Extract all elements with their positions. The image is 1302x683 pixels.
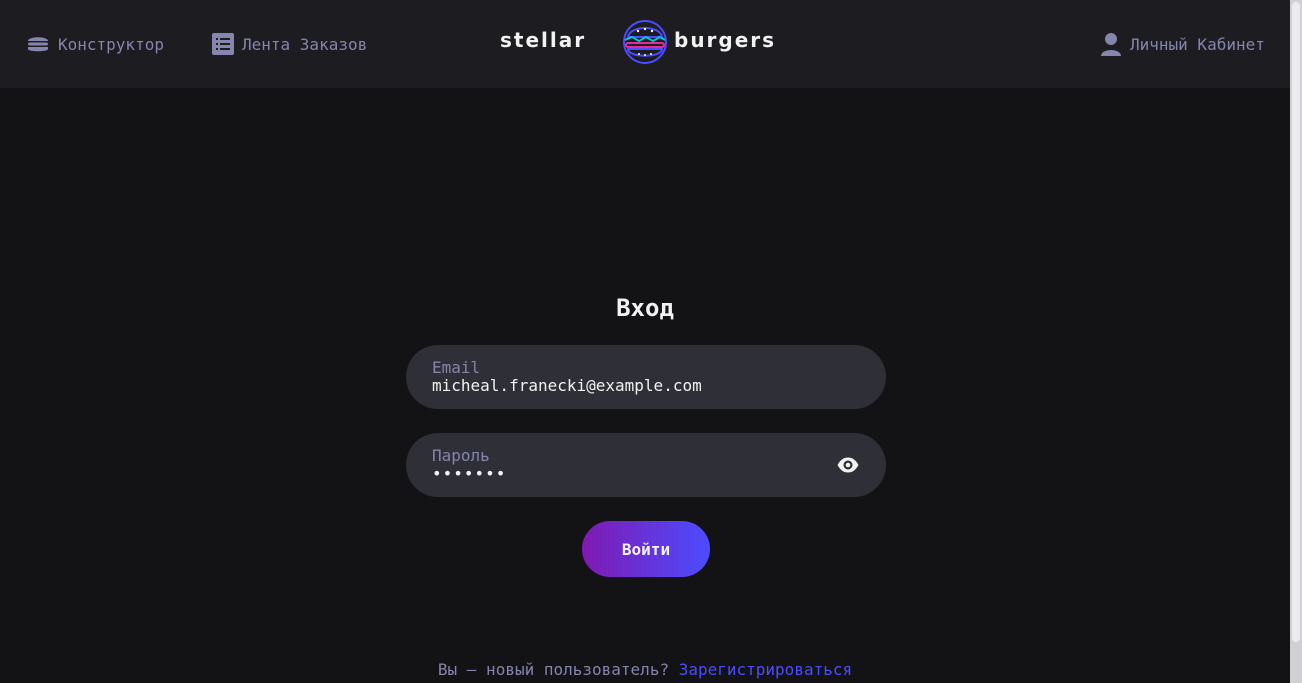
login-button[interactable]: Войти bbox=[582, 521, 710, 577]
email-field-label: Email bbox=[432, 358, 481, 377]
list-icon bbox=[212, 33, 234, 55]
nav-order-feed-label: Лента Заказов bbox=[242, 34, 368, 54]
login-page: Конструктор Лента Заказов stellar burger… bbox=[0, 0, 1302, 683]
password-field-label: Пароль bbox=[432, 446, 490, 465]
eye-icon[interactable] bbox=[836, 453, 860, 477]
password-field[interactable]: Пароль bbox=[406, 433, 886, 497]
nav-order-feed[interactable]: Лента Заказов bbox=[212, 0, 367, 88]
burger-icon bbox=[26, 32, 50, 56]
email-field[interactable]: Email bbox=[406, 345, 886, 409]
register-link[interactable]: Зарегистрироваться bbox=[679, 660, 852, 679]
scrollbar-thumb[interactable] bbox=[1292, 2, 1300, 642]
nav-constructor-label: Конструктор bbox=[58, 34, 164, 54]
profile-icon bbox=[1100, 32, 1122, 56]
logo-text-right: burgers bbox=[674, 28, 777, 52]
stellar-burgers-logo[interactable]: stellar burgers bbox=[500, 18, 792, 66]
nav-personal-account[interactable]: Личный Кабинет bbox=[1100, 0, 1265, 88]
logo-text-left: stellar bbox=[500, 28, 587, 52]
app-header: Конструктор Лента Заказов stellar burger… bbox=[0, 0, 1290, 88]
register-prompt-text: Вы — новый пользователь? bbox=[437, 660, 670, 679]
nav-constructor[interactable]: Конструктор bbox=[26, 0, 164, 88]
email-input[interactable] bbox=[432, 376, 832, 395]
password-input[interactable] bbox=[432, 464, 792, 483]
register-prompt-line: Вы — новый пользователь? Зарегистрироват… bbox=[0, 660, 1290, 679]
page-title: Вход bbox=[616, 294, 674, 322]
nav-personal-account-label: Личный Кабинет bbox=[1130, 34, 1265, 54]
burger-emblem-icon bbox=[622, 18, 668, 70]
vertical-scrollbar[interactable] bbox=[1290, 0, 1302, 683]
